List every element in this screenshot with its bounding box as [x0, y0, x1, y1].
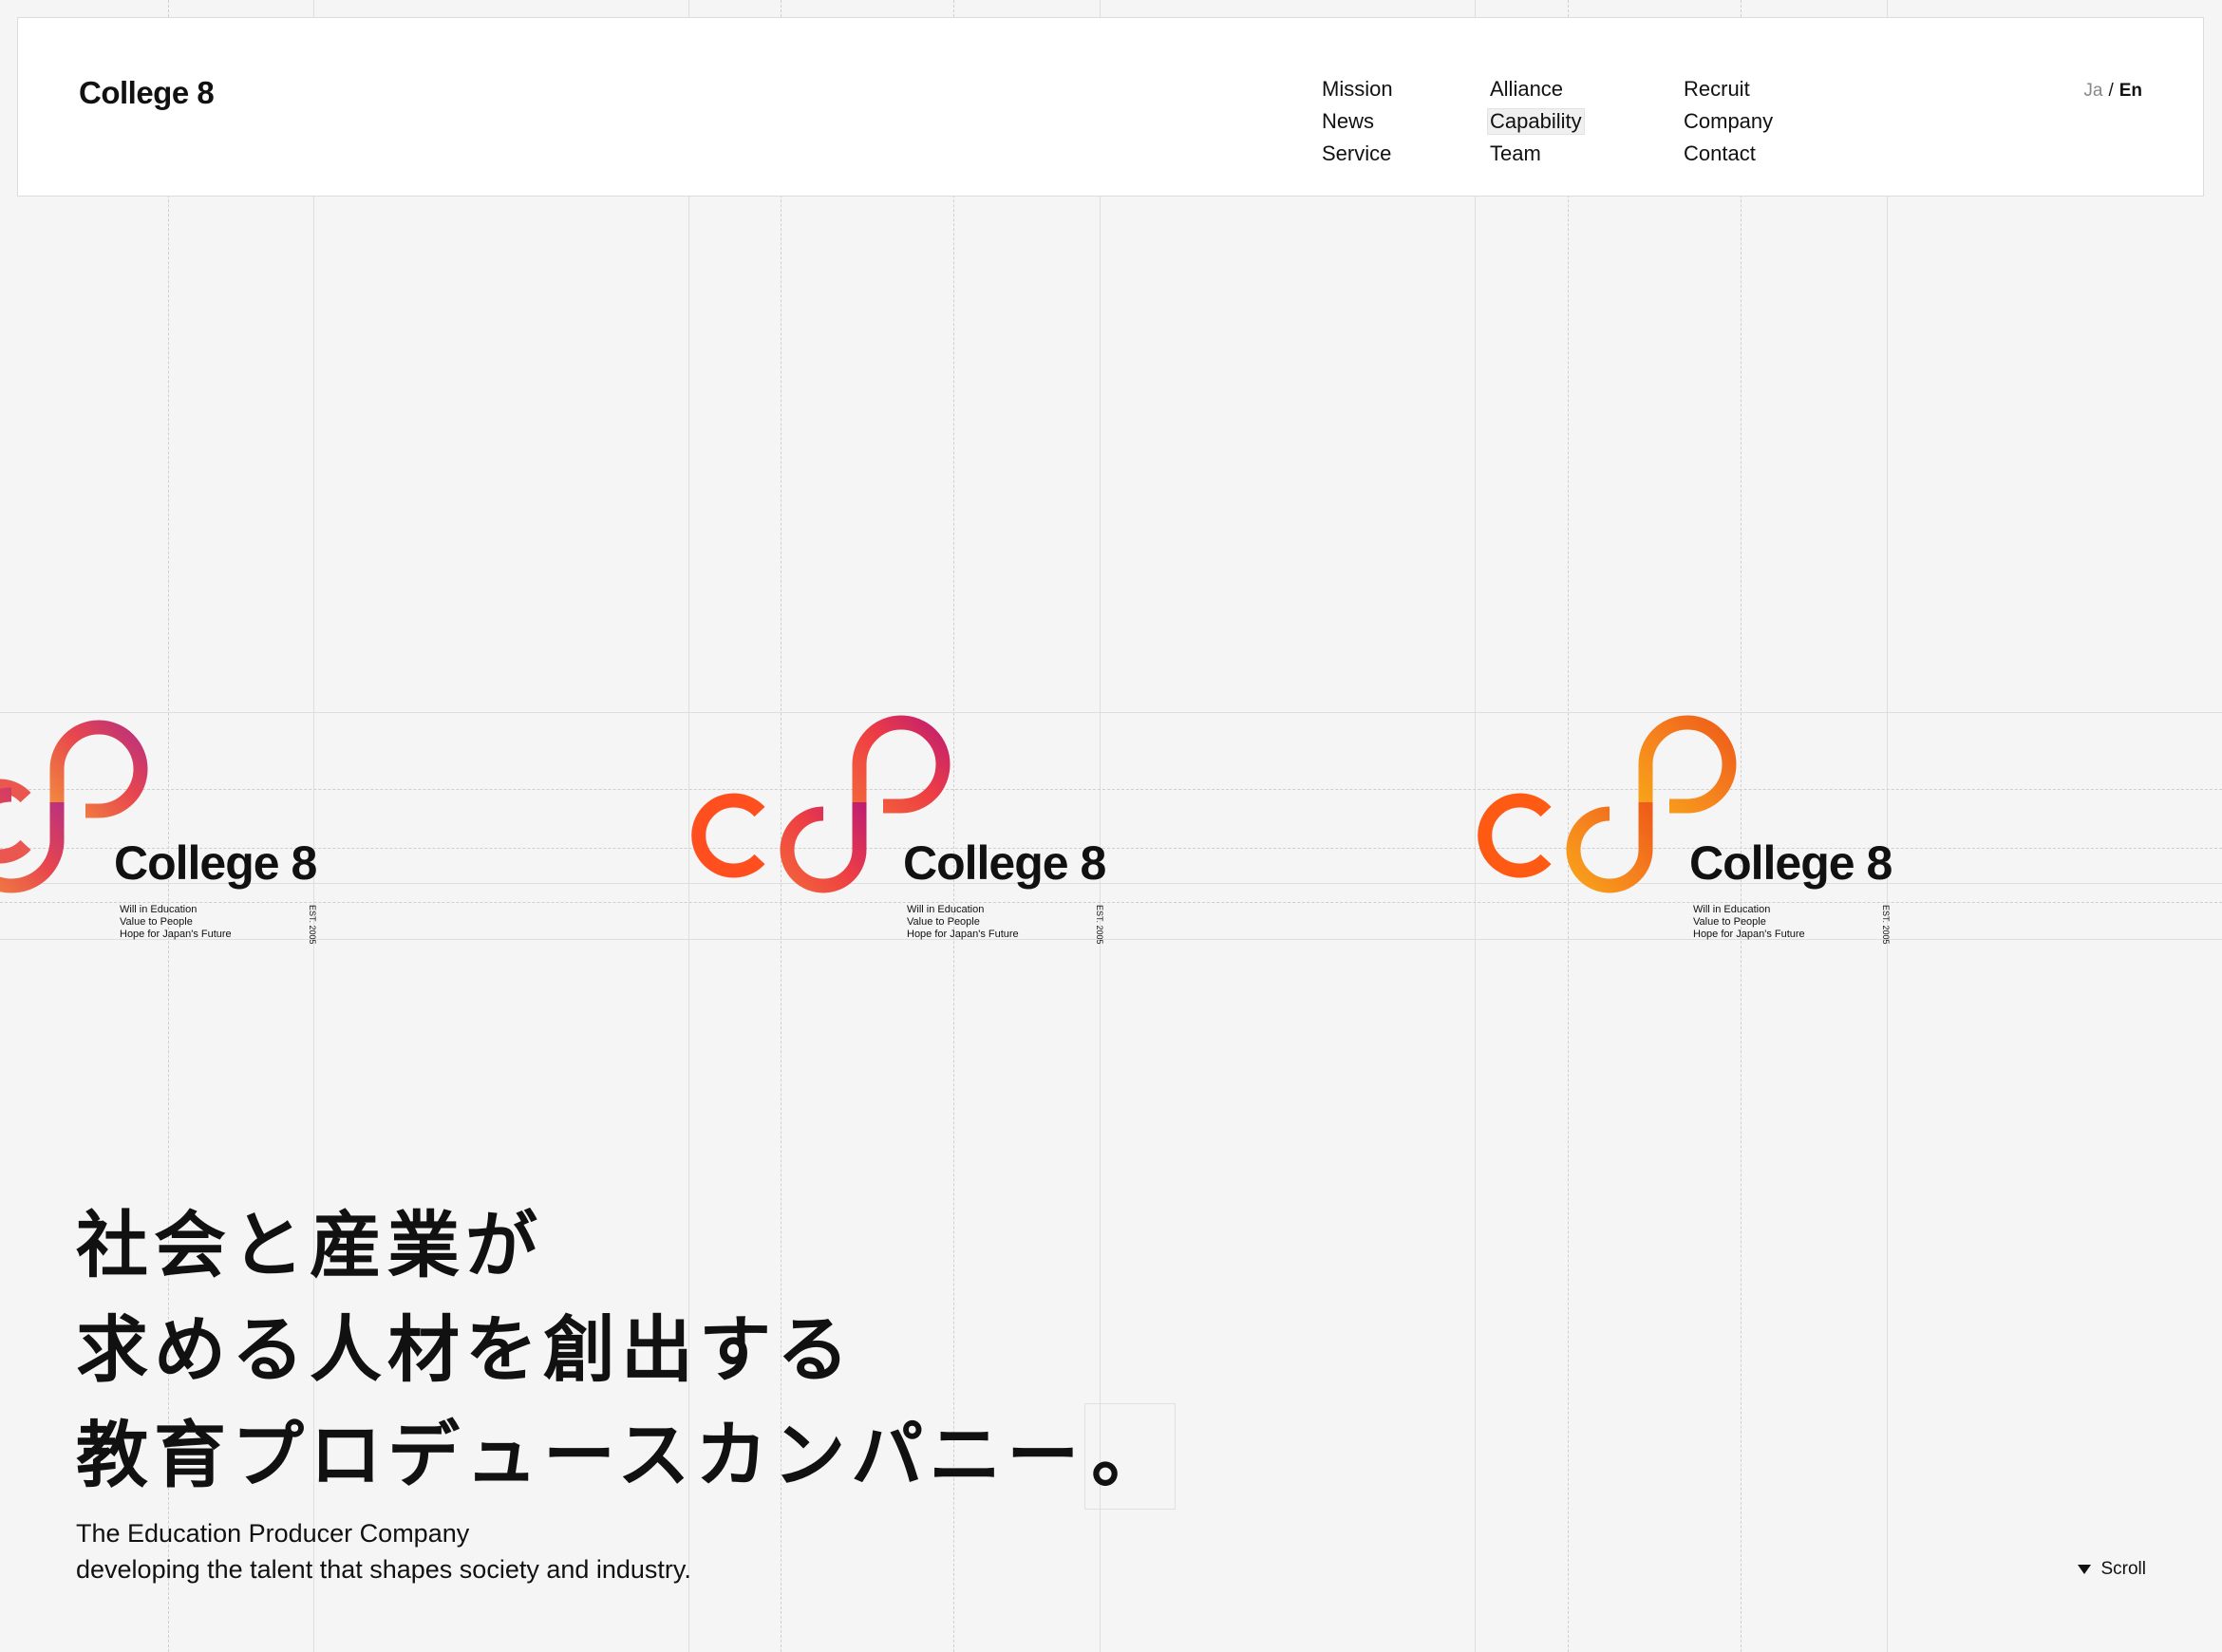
- logo-wordmark: College 8: [1689, 836, 1892, 890]
- nav-recruit[interactable]: Recruit: [1684, 77, 1773, 102]
- subtitle-line-2: developing the talent that shapes societ…: [76, 1555, 691, 1584]
- logo-tagline: Will in Education Value to People Hope f…: [120, 904, 232, 941]
- subtitle-line-1: The Education Producer Company: [76, 1519, 470, 1548]
- tagline-line: Hope for Japan's Future: [1693, 929, 1805, 940]
- nav-column-2: Alliance Capability Team: [1487, 77, 1585, 166]
- nav-column-3: Recruit Company Contact: [1684, 77, 1773, 166]
- tagline-line: Will in Education: [1693, 904, 1771, 915]
- hero-line-1: 社会と産業が: [76, 1206, 543, 1286]
- tagline-line: Will in Education: [907, 904, 985, 915]
- nav-column-1: Mission News Service: [1322, 77, 1393, 166]
- tagline-line: Will in Education: [120, 904, 198, 915]
- scroll-label: Scroll: [2100, 1559, 2146, 1579]
- hero-heading: 社会と産業が 求める人材を創出する 教育プロデュースカンパニー。: [76, 1194, 1177, 1510]
- nav-alliance[interactable]: Alliance: [1490, 77, 1584, 102]
- college8-logo-3: College 8 Will in Education Value to Peo…: [1475, 707, 1968, 954]
- tagline-line: Hope for Japan's Future: [120, 929, 232, 940]
- logo-wordmark: College 8: [114, 836, 317, 890]
- logo-wordmark: College 8: [903, 836, 1106, 890]
- college8-logo-2: College 8 Will in Education Value to Peo…: [688, 707, 1182, 954]
- logo-est: EST. 2005: [308, 905, 317, 945]
- hero-line-2: 求める人材を創出する: [76, 1310, 855, 1391]
- lang-en-link[interactable]: En: [2119, 81, 2142, 102]
- scroll-indicator[interactable]: Scroll: [2078, 1559, 2146, 1580]
- nav-mission[interactable]: Mission: [1322, 77, 1393, 102]
- nav-team[interactable]: Team: [1490, 141, 1584, 166]
- page: College 8 Mission News Service Alliance …: [0, 0, 2222, 1652]
- nav-service[interactable]: Service: [1322, 141, 1393, 166]
- tagline-line: Value to People: [907, 916, 980, 928]
- language-switcher: Ja / En: [2083, 81, 2142, 102]
- nav-company[interactable]: Company: [1684, 109, 1773, 134]
- logo-est: EST. 2005: [1095, 905, 1104, 945]
- tagline-line: Value to People: [1693, 916, 1766, 928]
- tagline-line: Value to People: [120, 916, 193, 928]
- triangle-down-icon: [2078, 1565, 2092, 1574]
- nav-contact[interactable]: Contact: [1684, 141, 1773, 166]
- hero-subtitle: The Education Producer Company developin…: [76, 1515, 691, 1587]
- brand-logo[interactable]: College 8: [79, 75, 215, 111]
- site-header: College 8 Mission News Service Alliance …: [17, 17, 2204, 197]
- hero-line-3-text: 教育プロデュースカンパニー: [76, 1416, 1085, 1496]
- college8-logo-1: College 8 Will in Education Value to Peo…: [0, 707, 399, 954]
- tagline-line: Hope for Japan's Future: [907, 929, 1019, 940]
- lang-separator: /: [2108, 81, 2114, 101]
- nav-news[interactable]: News: [1322, 109, 1393, 134]
- hero-line-3-suffix: 。: [1084, 1403, 1177, 1510]
- lang-ja-link[interactable]: Ja: [2083, 81, 2102, 102]
- logo-tagline: Will in Education Value to People Hope f…: [1693, 904, 1805, 941]
- nav-capability[interactable]: Capability: [1487, 108, 1585, 135]
- logo-tagline: Will in Education Value to People Hope f…: [907, 904, 1019, 941]
- logo-est: EST. 2005: [1881, 905, 1891, 945]
- hero-line-3: 教育プロデュースカンパニー。: [76, 1403, 1177, 1510]
